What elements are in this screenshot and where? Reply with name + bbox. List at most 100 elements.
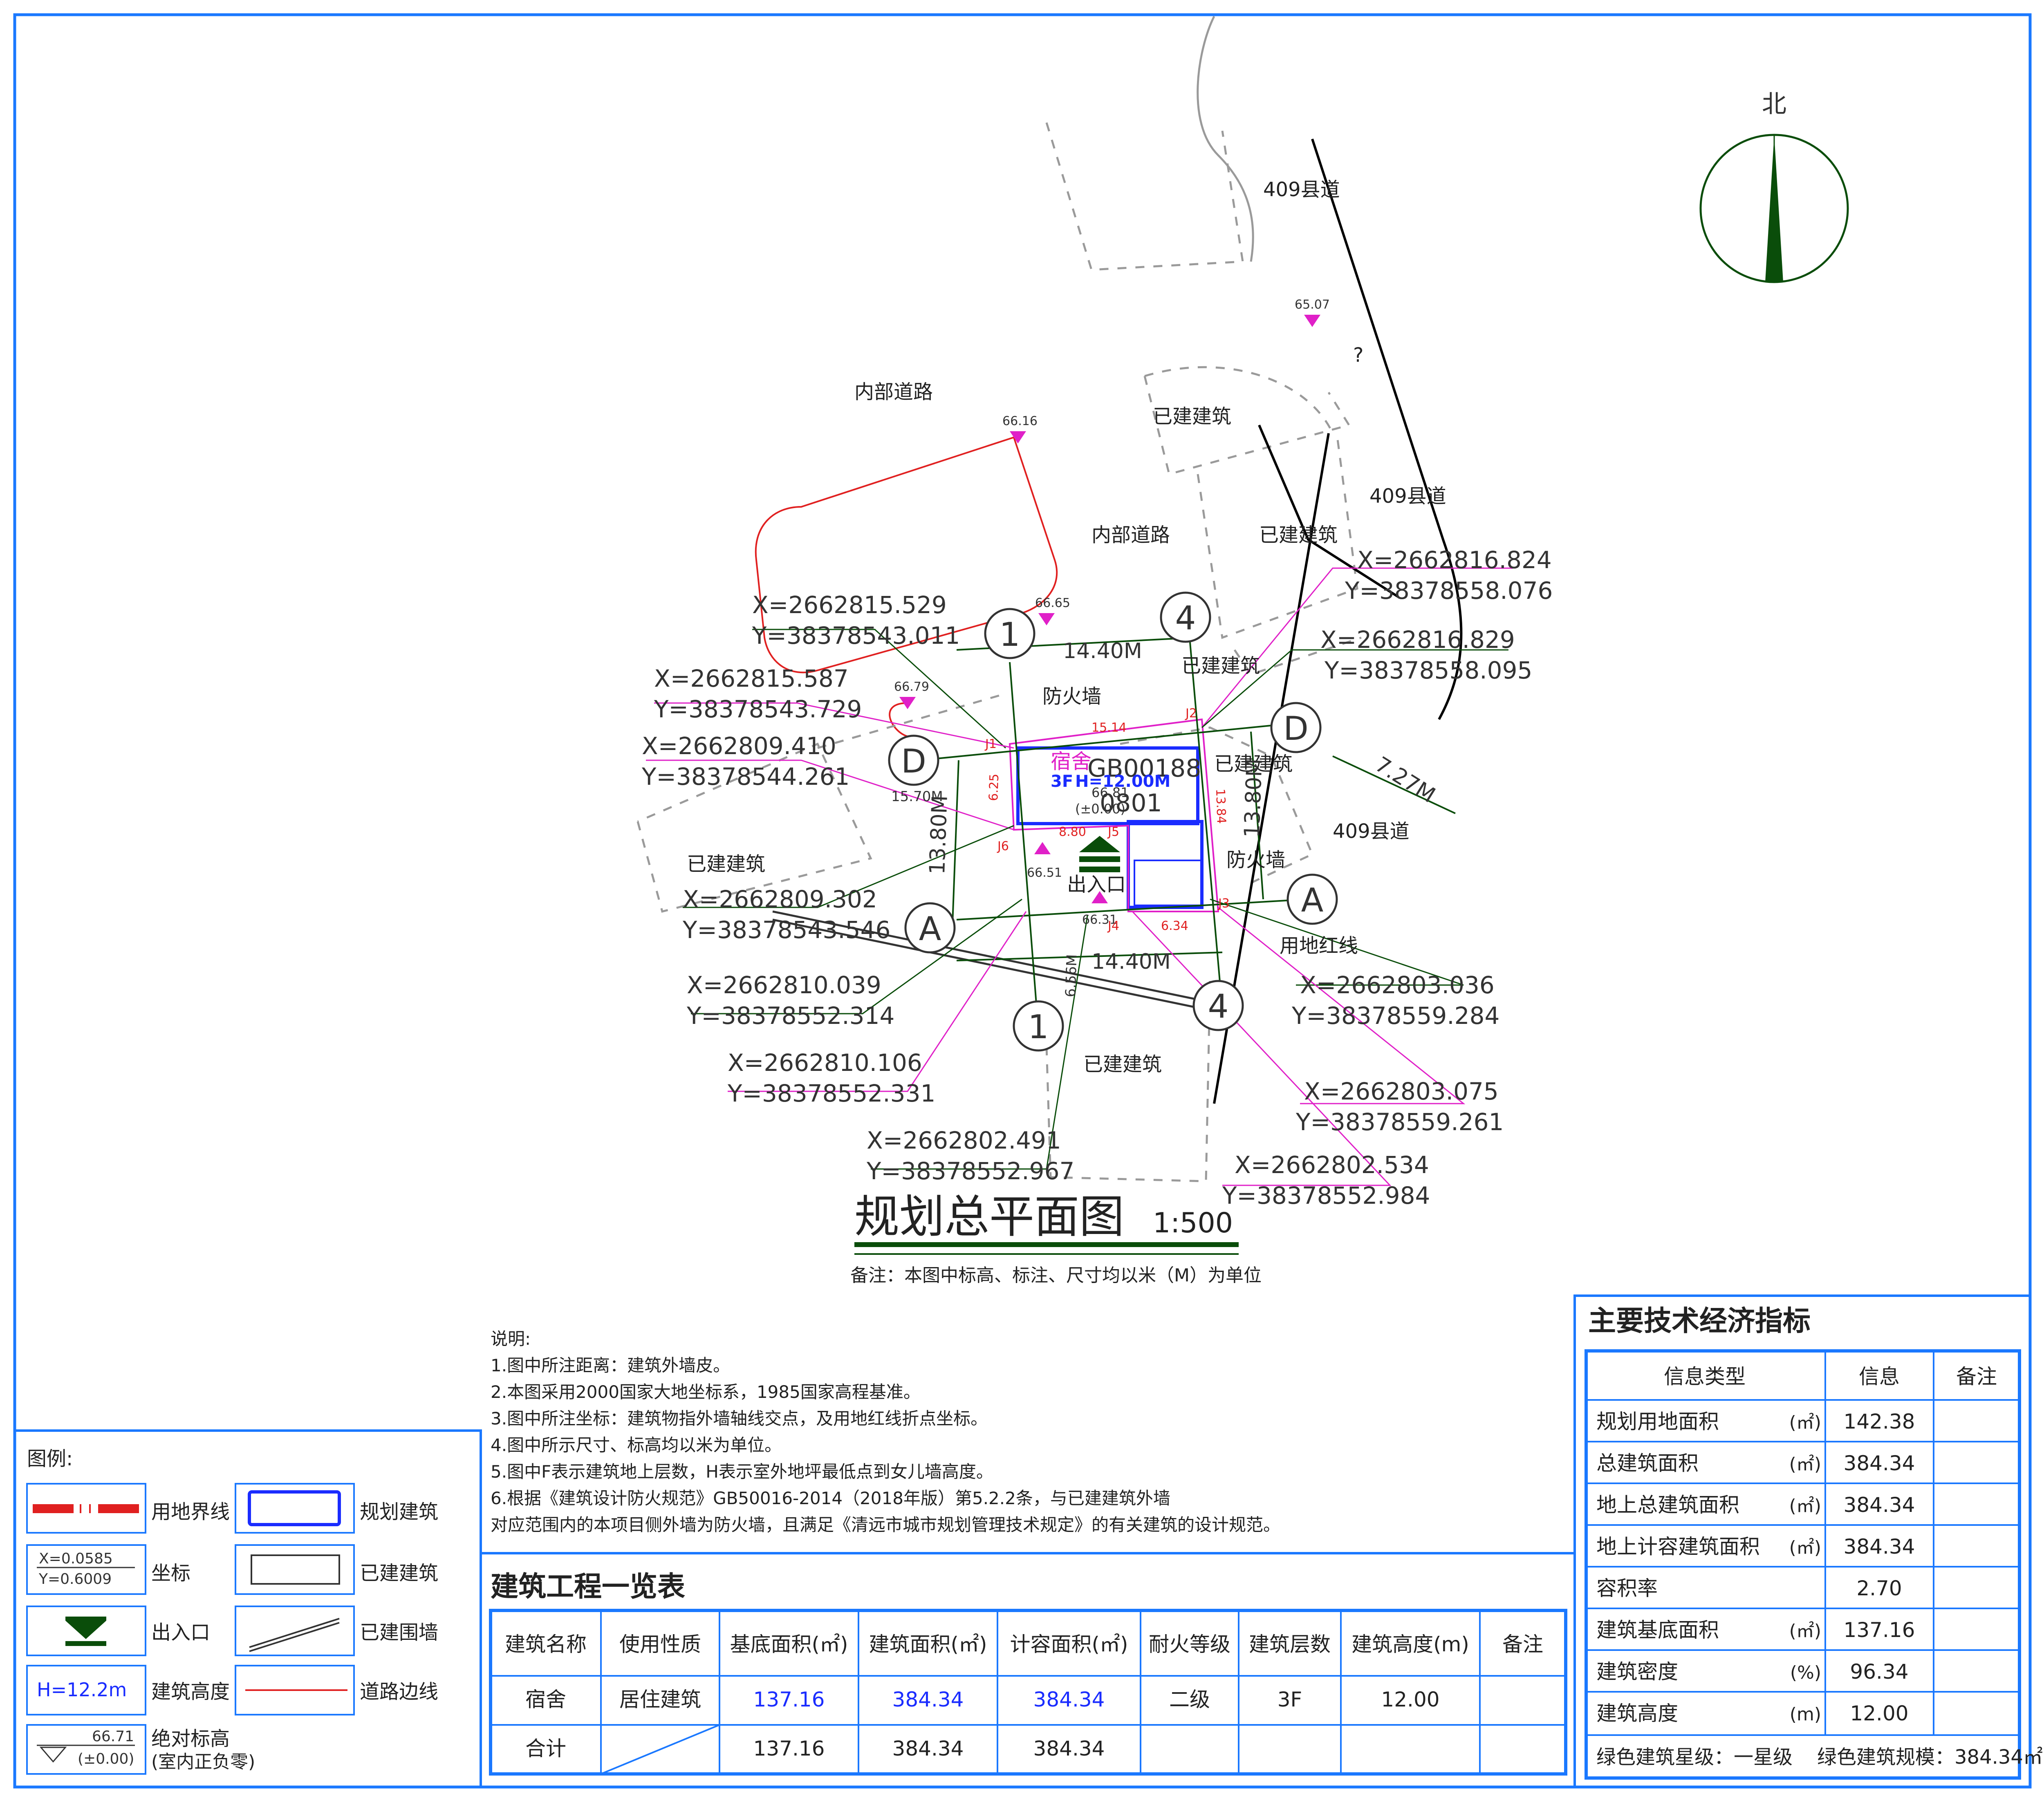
existing-building-symbol [251,1554,340,1585]
project-row1-usage: 居住建筑 [619,1688,701,1711]
green-building-rating: 绿色建筑星级：一星级 [1596,1746,1793,1769]
legend: 图例: 用地界线 规划建筑 X=0.0585 Y=0.6009 坐标 已建建筑 … [13,1429,482,1788]
ind-row-1-value: 142.38 [1844,1410,1915,1433]
legend-entrance: 出入口 [151,1621,210,1644]
elevation-66-16: 66.16 [1002,414,1038,428]
ind-row-1-unit: (㎡) [1789,1412,1821,1433]
legend-coordinate: 坐标 [151,1562,191,1585]
road-409-label-a: 409县道 [1263,178,1340,201]
project-table: 建筑工程一览表 建筑名称 使用性质 基底面积(㎡) 建筑面积(㎡) 计容面积(㎡… [480,1552,1576,1788]
legend-height-sample: H=12.2m [37,1679,127,1701]
project-row2-floor-area: 384.34 [892,1737,964,1760]
indicators-title: 主要技术经济指标 [1588,1305,1811,1337]
axis-label-4-bottom: 4 [1208,988,1229,1026]
note-line-7: 对应范围内的本项目侧外墙为防火墙，且满足《清远市城市规划管理技术规定》的有关建筑… [491,1515,1280,1535]
entrance-label: 出入口 [1067,873,1126,896]
legend-absolute-level-sub: (室内正负零) [151,1751,255,1772]
ind-row-3-unit: (㎡) [1789,1496,1821,1516]
internal-road-label-b: 内部道路 [1091,524,1170,546]
coord-4-y: Y=38378543.546 [682,916,890,944]
coord-11-y: Y=38378559.261 [1295,1108,1504,1136]
question-mark: ? [1353,344,1363,367]
coord-7-x: X=2662802.491 [867,1126,1061,1154]
existing-building-label-b: 已建建筑 [1259,524,1338,546]
road-409-label-c: 409县道 [1333,820,1410,843]
project-row1-base-area: 137.16 [753,1688,825,1711]
ind-row-3-name: 地上总建筑面积 [1596,1493,1739,1517]
ind-row-5-value: 2.70 [1856,1577,1902,1600]
indicators-table: 主要技术经济指标 信息类型 信息 备注 规划用地面积 总建筑面积 地上总建筑面积… [1573,1294,2043,1788]
dim-red-13-84: 13.84 [1213,788,1228,824]
legend-road-edge: 道路边线 [360,1680,438,1703]
ind-row-8-value: 12.00 [1850,1702,1908,1725]
legend-absolute-level: 绝对标高 [151,1727,230,1750]
coord-12-x: X=2662802.534 [1235,1151,1429,1179]
project-row2-name: 合计 [525,1737,566,1760]
legend-planned-building: 规划建筑 [360,1500,438,1523]
fire-wall-label-a: 防火墙 [1042,685,1101,708]
page-title: 规划总平面图 [854,1191,1124,1243]
fire-wall-label-b: 防火墙 [1226,849,1285,871]
coord-1-x: X=2662815.529 [752,591,947,619]
coord-2-y: Y=38378543.729 [654,695,862,723]
axis-label-a-right: A [1301,881,1324,919]
existing-building-label-f: 已建建筑 [1083,1053,1162,1076]
dim-13-80-left: 13.80M [925,795,953,875]
ind-row-4-unit: (㎡) [1789,1537,1821,1558]
legend-land-boundary: 用地界线 [151,1500,230,1523]
legend-building-height: 建筑高度 [151,1680,230,1703]
ind-row-2-name: 总建筑面积 [1596,1451,1699,1475]
coord-7-y: Y=38378552.967 [866,1157,1074,1185]
point-j1: J1 [984,737,997,751]
project-row2-far-area: 384.34 [1033,1737,1105,1760]
notes-heading: 说明: [491,1329,531,1349]
existing-building-label-e: 已建建筑 [687,853,765,876]
note-line-6: 6.根据《建筑设计防火规范》GB50016-2014（2018年版）第5.2.2… [491,1488,1170,1508]
ind-row-4-name: 地上计容建筑面积 [1596,1535,1760,1559]
elevation-66-65: 66.65 [1035,596,1070,610]
project-row2-base-area: 137.16 [753,1737,825,1760]
project-row1-height: 12.00 [1381,1688,1439,1711]
entrance-legend-icon [65,1617,106,1646]
elevation-66-51: 66.51 [1027,866,1062,880]
indicators-col-remark: 备注 [1956,1365,1997,1388]
ind-row-1-name: 规划用地面积 [1596,1410,1719,1433]
green-building-scale: 绿色建筑规模：384.34㎡ [1817,1746,2043,1769]
building-floors: 3F [1051,772,1073,791]
dim-red-6-34: 6.34 [1161,919,1188,933]
axis-label-d-left: D [901,742,926,780]
coord-5-x: X=2662810.039 [687,971,881,999]
drawing-scale: 1:500 [1153,1207,1233,1239]
note-line-5: 5.图中F表示建筑地上层数，H表示室外地坪最低点到女儿墙高度。 [491,1462,993,1482]
north-arrow-icon [1699,134,1849,283]
ind-row-6-unit: (㎡) [1789,1621,1821,1641]
ind-row-7-unit: (%) [1790,1662,1821,1683]
project-row1-name: 宿舍 [525,1688,566,1711]
legend-level-sample: 66.71 [92,1728,134,1745]
ind-row-6-value: 137.16 [1844,1618,1915,1642]
legend-existing-building: 已建建筑 [360,1562,438,1585]
coord-9-y: Y=38378558.095 [1324,656,1532,684]
land-line-label: 用地红线 [1280,934,1358,957]
coord-3-y: Y=38378544.261 [641,763,849,791]
coord-12-y: Y=38378552.984 [1222,1182,1430,1209]
existing-wall-legend-icon [249,1618,340,1652]
coord-2-x: X=2662815.587 [654,665,849,692]
ind-row-8-name: 建筑高度 [1596,1702,1678,1725]
site-map: 1 4 D D A A 1 4 66.16 66.65 66.79 65.07 … [637,16,1849,1209]
dim-14-40-top: 14.40M [1063,639,1142,663]
legend-coord-x: X=0.0585 [39,1550,113,1567]
project-row1-floors: 3F [1278,1688,1302,1711]
internal-road-label-a: 内部道路 [854,381,933,403]
project-row1-far-area: 384.34 [1033,1688,1105,1711]
project-table-title: 建筑工程一览表 [491,1571,685,1603]
dim-red-15-14: 15.14 [1091,721,1127,735]
ind-row-8-unit: (m) [1790,1704,1821,1725]
note-line-2: 2.本图采用2000国家大地坐标系，1985国家高程基准。 [491,1382,921,1402]
project-row1-floor-area: 384.34 [892,1688,964,1711]
axis-label-d-right: D [1283,710,1309,748]
point-j6: J6 [997,839,1009,853]
ind-row-2-value: 384.34 [1844,1451,1915,1475]
elevation-66-79: 66.79 [894,680,929,694]
point-j4: J4 [1107,919,1119,933]
